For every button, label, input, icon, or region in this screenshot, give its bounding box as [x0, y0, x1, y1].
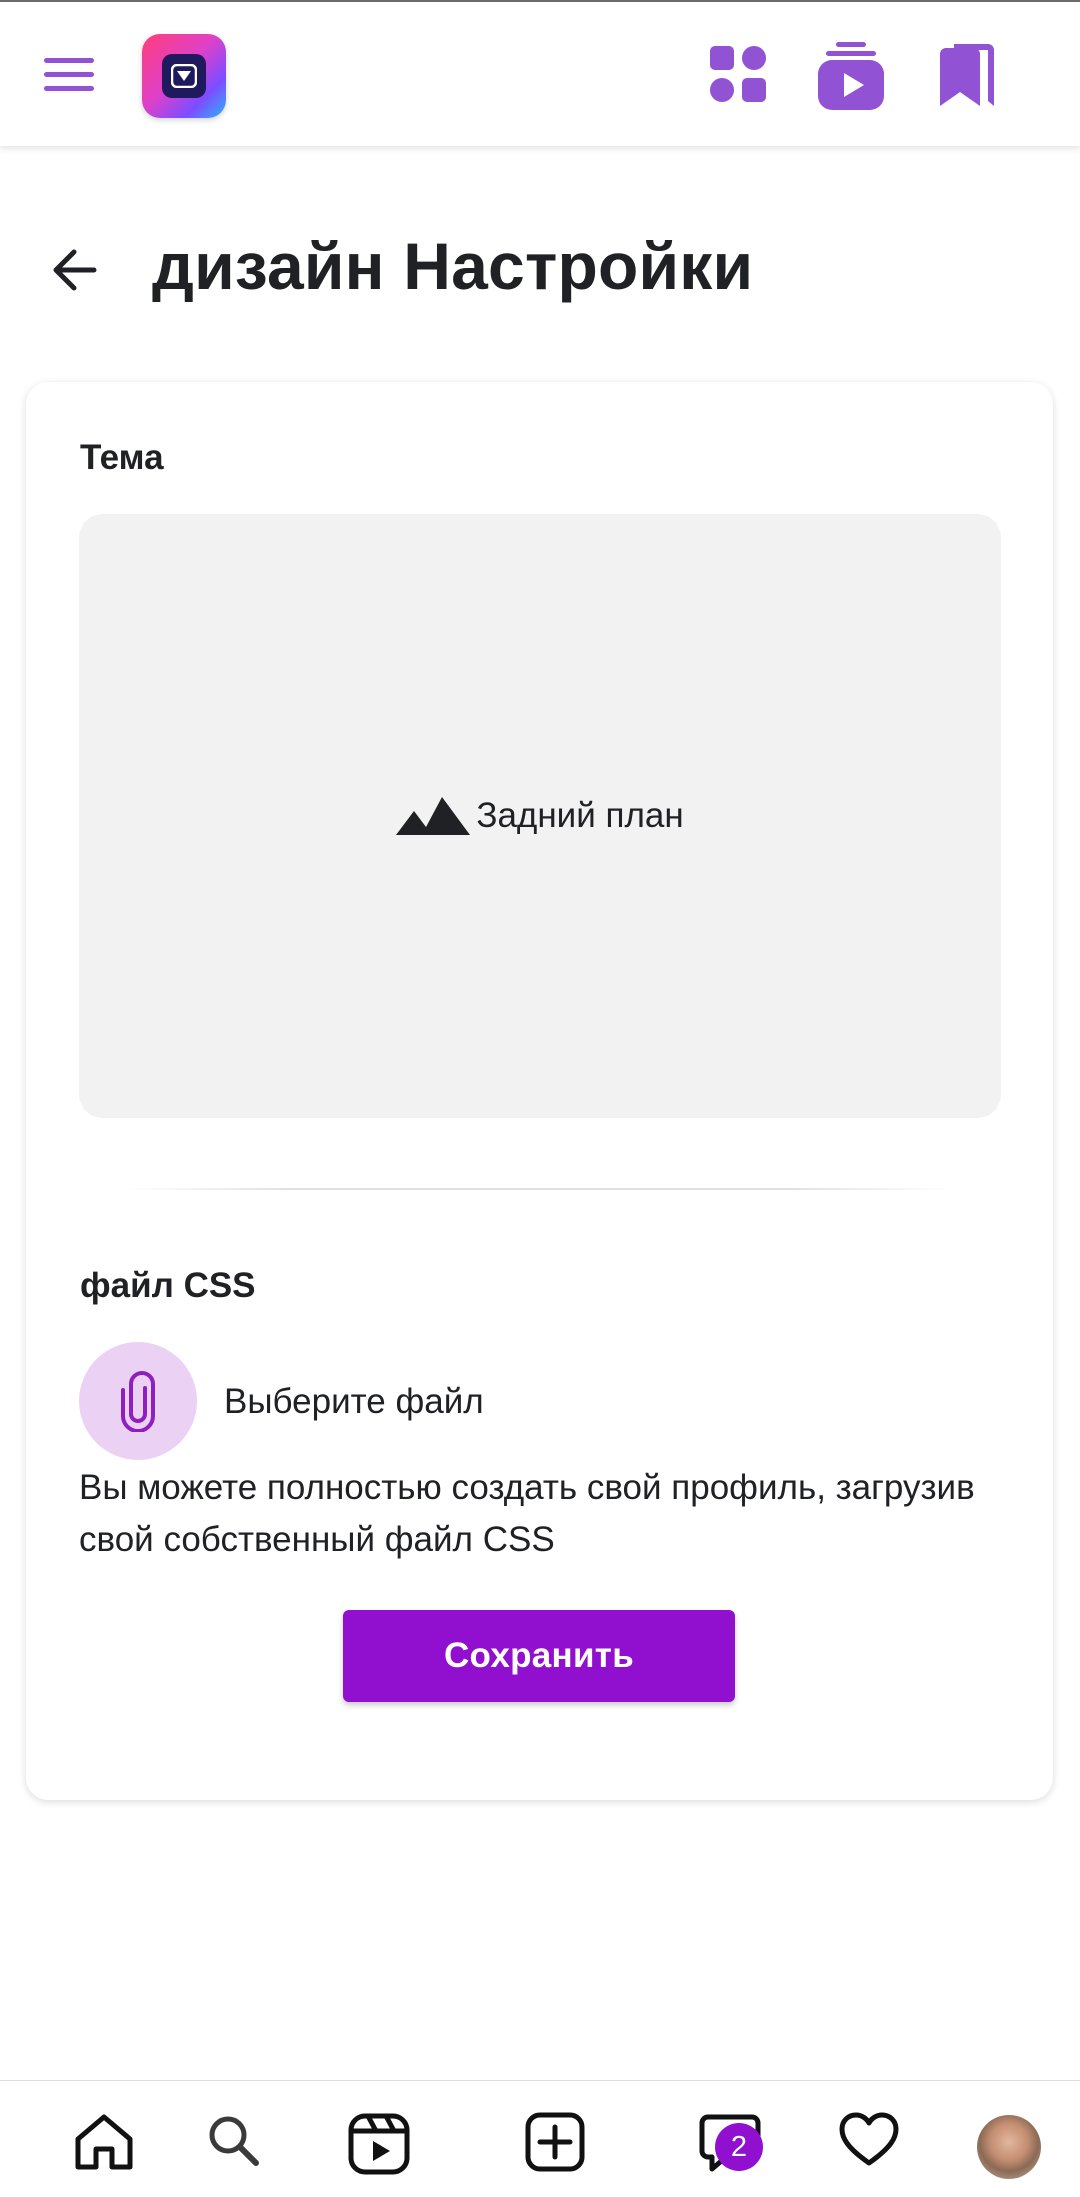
section-divider	[126, 1188, 953, 1190]
css-description: Вы можете полностью создать свой профиль…	[79, 1468, 975, 1559]
top-app-bar	[0, 0, 1080, 146]
back-arrow-icon[interactable]	[48, 244, 100, 296]
mountain-icon	[396, 797, 471, 835]
heart-icon[interactable]	[838, 2111, 900, 2169]
messages-badge: 2	[715, 2123, 763, 2171]
bottom-navigation: 2	[0, 2080, 1080, 2197]
save-button[interactable]: Сохранить	[343, 1610, 735, 1702]
choose-file-label[interactable]: Выберите файл	[224, 1382, 484, 1422]
css-file-label: файл CSS	[80, 1266, 256, 1305]
attach-file-button[interactable]	[79, 1342, 197, 1460]
create-post-icon[interactable]	[524, 2111, 586, 2173]
reels-icon[interactable]	[346, 2111, 412, 2177]
app-logo[interactable]	[142, 34, 226, 118]
apps-grid-icon[interactable]	[706, 38, 770, 108]
background-picker[interactable]: Задний план	[79, 514, 1001, 1118]
design-settings-card: Тема Задний план файл CSS Выберите файл …	[26, 382, 1053, 1800]
search-icon[interactable]	[204, 2111, 262, 2171]
background-label: Задний план	[476, 796, 684, 835]
profile-avatar[interactable]	[977, 2115, 1041, 2179]
home-icon[interactable]	[72, 2111, 136, 2173]
menu-icon[interactable]	[44, 56, 94, 92]
video-library-icon[interactable]	[814, 38, 888, 114]
theme-label: Тема	[80, 438, 164, 477]
paperclip-icon	[121, 1371, 155, 1432]
bookmarks-icon[interactable]	[934, 38, 1000, 110]
page-title: дизайн Настройки	[152, 229, 754, 303]
